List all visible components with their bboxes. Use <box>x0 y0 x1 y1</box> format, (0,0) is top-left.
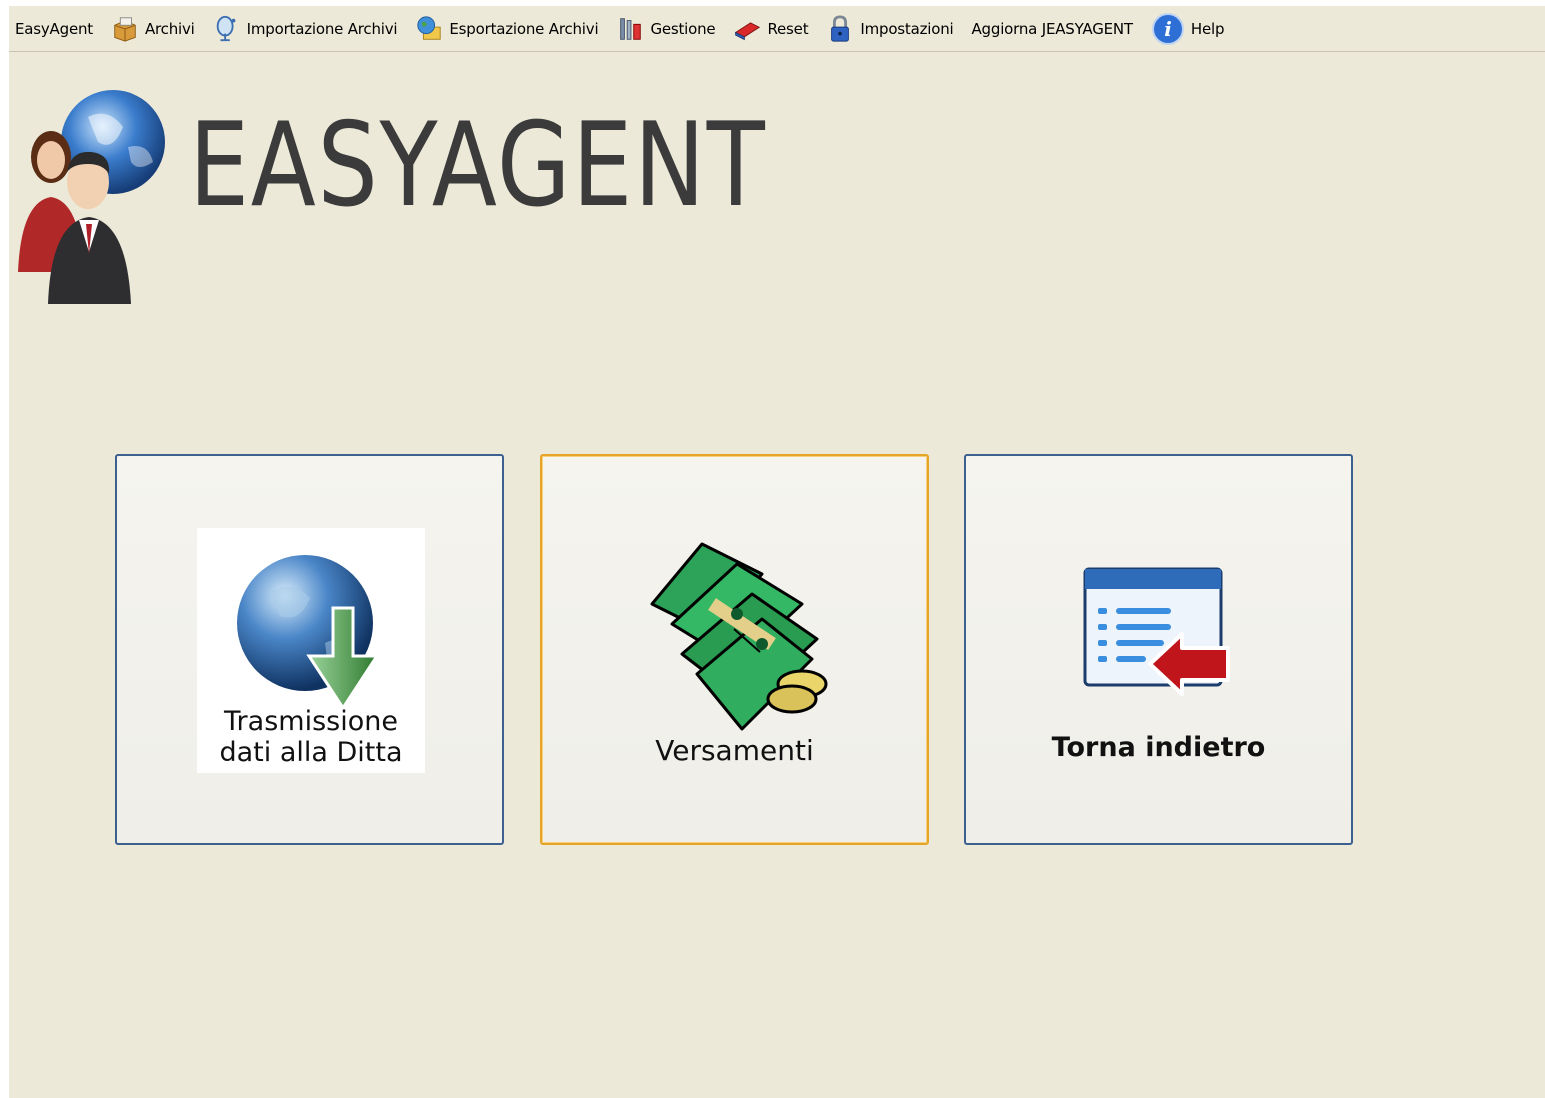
menu-reset[interactable]: Reset <box>724 6 817 51</box>
menu-easyagent[interactable]: EasyAgent <box>9 6 102 51</box>
menu-archivi[interactable]: Archivi <box>102 6 204 51</box>
menu-reset-label: Reset <box>767 19 809 38</box>
menu-bar: EasyAgent Archivi Importazione Archivi E… <box>9 6 1545 52</box>
globe-download-icon <box>235 548 385 712</box>
info-icon: i <box>1151 12 1185 46</box>
logo-wordmark: EASYAGENT <box>189 98 767 233</box>
app-window: EasyAgent Archivi Importazione Archivi E… <box>9 6 1545 1098</box>
menu-easyagent-label: EasyAgent <box>15 19 93 38</box>
versamenti-label: Versamenti <box>655 734 814 767</box>
money-stack-icon <box>642 534 832 738</box>
menu-gestione-label: Gestione <box>650 19 716 38</box>
menu-impostazioni[interactable]: Impostazioni <box>817 6 962 51</box>
back-list-icon <box>1082 566 1242 710</box>
trasmissione-label-line1: Trasmissione <box>224 706 398 737</box>
menu-archivi-label: Archivi <box>144 19 195 38</box>
archive-box-icon <box>111 15 139 43</box>
menu-esportazione-archivi[interactable]: Esportazione Archivi <box>406 6 607 51</box>
torna-indietro-button[interactable]: Torna indietro <box>964 454 1353 845</box>
import-satellite-icon <box>213 15 241 43</box>
lock-icon <box>826 14 854 43</box>
eraser-icon <box>733 15 761 43</box>
menu-esportazione-label: Esportazione Archivi <box>449 19 599 38</box>
trasmissione-label-line2: dati alla Ditta <box>219 737 403 768</box>
menu-help[interactable]: i Help <box>1142 6 1233 51</box>
menu-aggiorna-label: Aggiorna JEASYAGENT <box>971 19 1134 38</box>
menu-aggiorna[interactable]: Aggiorna JEASYAGENT <box>963 6 1142 51</box>
trasmissione-label: Trasmissione dati alla Ditta <box>197 706 425 768</box>
tile-image-panel: Trasmissione dati alla Ditta <box>197 528 425 773</box>
menu-gestione[interactable]: Gestione <box>607 6 724 51</box>
menu-importazione-label: Importazione Archivi <box>246 19 398 38</box>
versamenti-button[interactable]: Versamenti <box>540 454 929 845</box>
logo-people-icon <box>13 72 173 304</box>
menu-impostazioni-label: Impostazioni <box>860 19 954 38</box>
trasmissione-dati-button[interactable]: Trasmissione dati alla Ditta <box>115 454 504 845</box>
export-globe-icon <box>415 15 443 43</box>
menu-help-label: Help <box>1190 19 1225 38</box>
svg-text:i: i <box>1164 17 1172 41</box>
tools-icon <box>616 15 644 43</box>
menu-importazione-archivi[interactable]: Importazione Archivi <box>204 6 407 51</box>
torna-indietro-label: Torna indietro <box>1051 732 1266 763</box>
